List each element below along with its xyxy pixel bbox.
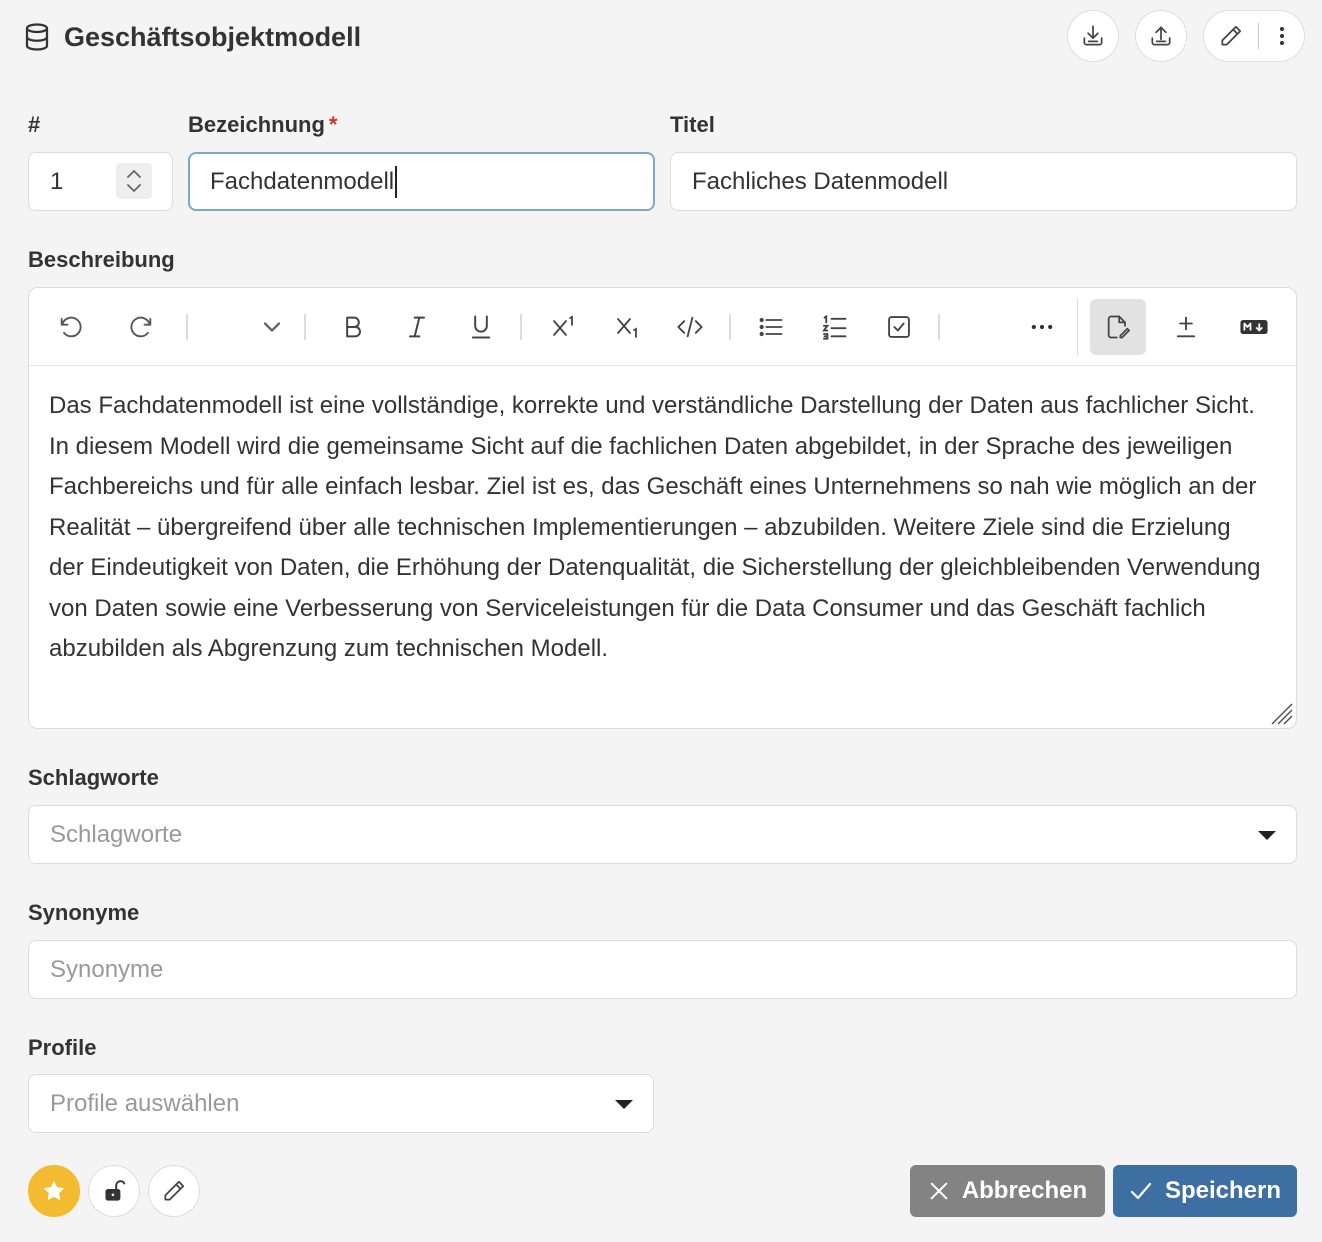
bold-button[interactable] [328,302,378,352]
bezeichnung-value: Fachdatenmodell [210,167,395,195]
markdown-mode-button[interactable] [1229,302,1279,352]
rich-text-mode-button[interactable] [1090,299,1146,355]
toolbar-separator [938,314,940,340]
cancel-label: Abbrechen [961,1177,1088,1204]
number-stepper[interactable] [116,163,152,199]
diff-mode-button[interactable] [1161,302,1211,352]
bold-icon [346,316,361,338]
beschreibung-text[interactable]: Das Fachdatenmodell ist eine vollständig… [49,386,1269,670]
pencil-icon [164,1180,185,1201]
schlagworte-placeholder: Schlagworte [50,820,183,848]
unlock-icon [105,1180,126,1201]
profile-select[interactable]: Profile auswählen [28,1074,654,1133]
undo-button[interactable] [46,302,96,352]
bullet-list-icon [759,317,783,337]
star-icon [43,1180,65,1201]
edit-more-button-group [1203,10,1305,62]
subscript-button[interactable] [603,302,653,352]
block-type-dropdown[interactable] [247,302,297,352]
bullet-list-button[interactable] [746,302,796,352]
number-value: 1 [50,167,64,195]
subscript-icon [617,318,637,338]
beschreibung-editor[interactable]: Das Fachdatenmodell ist eine vollständig… [28,287,1297,729]
synonyme-input[interactable]: Synonyme [28,940,1297,999]
database-icon [25,23,49,51]
page-title: Geschäftsobjektmodell [64,22,362,52]
more-horizontal-icon [1031,324,1053,330]
checkbox-icon [888,316,910,338]
cancel-button[interactable]: Abbrechen [910,1165,1105,1217]
synonyme-label: Synonyme [28,900,140,925]
lock-button[interactable] [88,1165,140,1217]
redo-icon [130,316,152,338]
edit-button[interactable] [1204,11,1258,61]
numbered-list-icon [822,314,847,340]
number-label: # [28,112,41,137]
italic-icon [409,316,425,338]
file-edit-icon [1107,315,1130,339]
beschreibung-label: Beschreibung [28,247,175,272]
numbered-list-button[interactable] [810,302,860,352]
schlagworte-label: Schlagworte [28,765,159,790]
markdown-icon [1240,320,1268,334]
redo-button[interactable] [116,302,166,352]
edit-bottom-button[interactable] [148,1165,200,1217]
superscript-icon [553,315,573,336]
superscript-button[interactable] [539,302,589,352]
titel-input[interactable]: Fachliches Datenmodell [670,152,1297,211]
pencil-icon [1221,25,1242,46]
upload-icon [1151,26,1171,46]
checklist-button[interactable] [874,302,924,352]
profile-label: Profile [28,1035,97,1060]
required-mark: * [328,112,338,137]
toolbar-separator [304,314,306,340]
save-label: Speichern [1164,1177,1282,1204]
bezeichnung-label: Bezeichnung [188,112,325,137]
more-options-button[interactable] [1259,11,1304,61]
code-button[interactable] [665,302,715,352]
titel-label: Titel [670,112,715,137]
titel-value: Fachliches Datenmodell [692,167,949,195]
number-input[interactable]: 1 [28,152,173,211]
more-vertical-icon [1279,27,1284,45]
profile-placeholder: Profile auswählen [50,1089,240,1117]
toolbar-separator [729,314,731,340]
download-button[interactable] [1067,10,1119,62]
download-icon [1083,25,1103,46]
chevron-up-down-icon [127,170,141,192]
save-button[interactable]: Speichern [1113,1165,1297,1217]
underline-icon [471,315,491,339]
toolbar-separator [186,314,188,340]
favorite-button[interactable] [28,1165,80,1217]
check-icon [1130,1182,1152,1200]
text-caret [395,165,398,198]
resize-handle-icon[interactable] [1268,700,1294,726]
code-icon [677,316,703,338]
editor-toolbar [29,288,1296,366]
plus-minus-icon [1176,316,1196,338]
caret-down-icon [615,1100,633,1109]
schlagworte-select[interactable]: Schlagworte [28,805,1297,864]
italic-button[interactable] [392,302,442,352]
more-tools-button[interactable] [1017,302,1067,352]
caret-down-icon [1258,831,1276,840]
underline-button[interactable] [456,302,506,352]
bezeichnung-input[interactable]: Fachdatenmodell [188,152,655,211]
bezeichnung-label-wrap: Bezeichnung * [188,112,337,138]
chevron-down-icon [263,322,281,332]
toolbar-separator [520,314,522,340]
close-icon [930,1182,948,1200]
undo-icon [60,316,82,338]
synonyme-placeholder: Synonyme [50,955,164,983]
upload-button[interactable] [1135,10,1187,62]
toolbar-separator [1077,298,1078,356]
